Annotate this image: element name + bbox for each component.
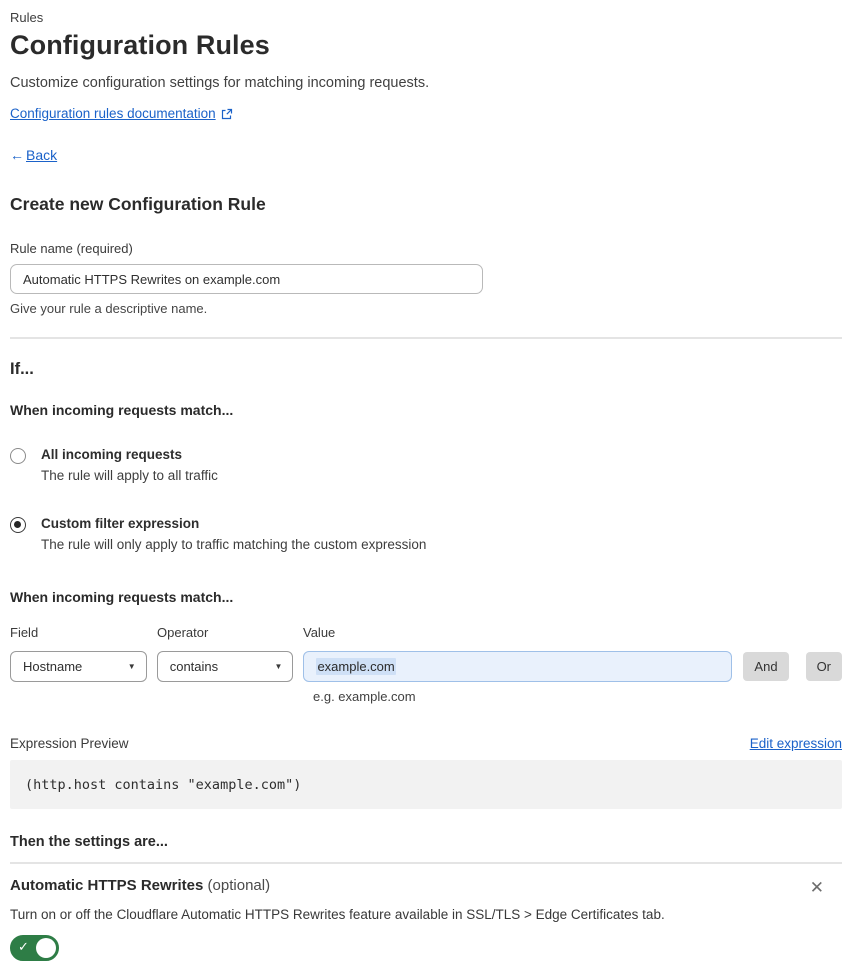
field-label: Field [10,625,39,640]
check-icon: ✓ [18,939,29,954]
automatic-https-rewrites-toggle[interactable]: ✓ [10,935,59,961]
chevron-down-icon: ▼ [127,662,136,671]
close-icon[interactable]: ✕ [806,877,828,898]
setting-title-wrap: Automatic HTTPS Rewrites (optional) [10,877,270,894]
radio-description: The rule will only apply to traffic matc… [41,537,427,552]
value-helper-text: e.g. example.com [313,689,416,704]
if-heading: If... [10,360,34,378]
expression-preview-label: Expression Preview [10,736,129,751]
operator-select[interactable]: contains ▼ [156,651,294,682]
radio-label: Custom filter expression [41,516,200,531]
setting-title: Automatic HTTPS Rewrites [10,877,204,894]
radio-texts: Custom filter expression The rule will o… [41,516,426,552]
radio-button-icon[interactable] [10,448,26,464]
expression-builder-labels: Field Operator Value [10,625,842,640]
breadcrumb: Rules [10,10,44,25]
radio-custom-filter-expression[interactable]: Custom filter expression The rule will o… [10,516,842,552]
when-match-heading-2: When incoming requests match... [10,589,234,605]
expression-preview-row: Expression Preview Edit expression [10,736,842,751]
value-label: Value [303,625,336,640]
page-title: Configuration Rules [10,30,270,60]
then-settings-heading: Then the settings are... [10,834,168,850]
toggle-knob [36,938,56,958]
chevron-down-icon: ▼ [274,662,283,671]
value-input[interactable]: example.com [303,651,733,682]
radio-description: The rule will apply to all traffic [41,468,218,483]
back-link[interactable]: Back [26,147,57,163]
documentation-link[interactable]: Configuration rules documentation [10,106,216,121]
back-row: ← Back [10,147,842,163]
setting-divider [10,862,842,864]
documentation-link-row: Configuration rules documentation [10,106,842,121]
and-button[interactable]: And [743,652,789,681]
expression-builder-row: Hostname ▼ contains ▼ example.com And Or [10,651,843,682]
radio-texts: All incoming requests The rule will appl… [41,447,218,483]
rule-name-label: Rule name (required) [10,241,133,256]
expression-code: (http.host contains "example.com") [25,776,302,793]
page-description: Customize configuration settings for mat… [10,75,430,91]
when-match-heading: When incoming requests match... [10,402,234,418]
external-link-icon [221,108,233,120]
operator-select-value: contains [169,659,219,674]
rule-name-input[interactable] [10,264,483,294]
setting-optional-suffix: (optional) [203,877,271,894]
radio-label: All incoming requests [41,447,183,462]
value-input-text: example.com [316,658,396,675]
setting-description: Turn on or off the Cloudflare Automatic … [10,907,665,922]
field-select[interactable]: Hostname ▼ [10,651,147,682]
edit-expression-link[interactable]: Edit expression [750,736,842,751]
radio-all-incoming-requests[interactable]: All incoming requests The rule will appl… [10,447,842,483]
radio-button-icon[interactable] [10,517,26,533]
rule-name-helper: Give your rule a descriptive name. [10,301,208,316]
configuration-rules-page: Rules Configuration Rules Customize conf… [0,0,852,961]
field-select-value: Hostname [23,659,83,674]
or-button[interactable]: Or [805,652,843,681]
create-rule-section-title: Create new Configuration Rule [10,194,266,214]
setting-header: Automatic HTTPS Rewrites (optional) ✕ [10,877,842,898]
expression-preview-box: (http.host contains "example.com") [10,760,842,809]
operator-label: Operator [157,625,209,640]
section-divider [10,337,842,339]
back-arrow-icon: ← [10,147,24,163]
